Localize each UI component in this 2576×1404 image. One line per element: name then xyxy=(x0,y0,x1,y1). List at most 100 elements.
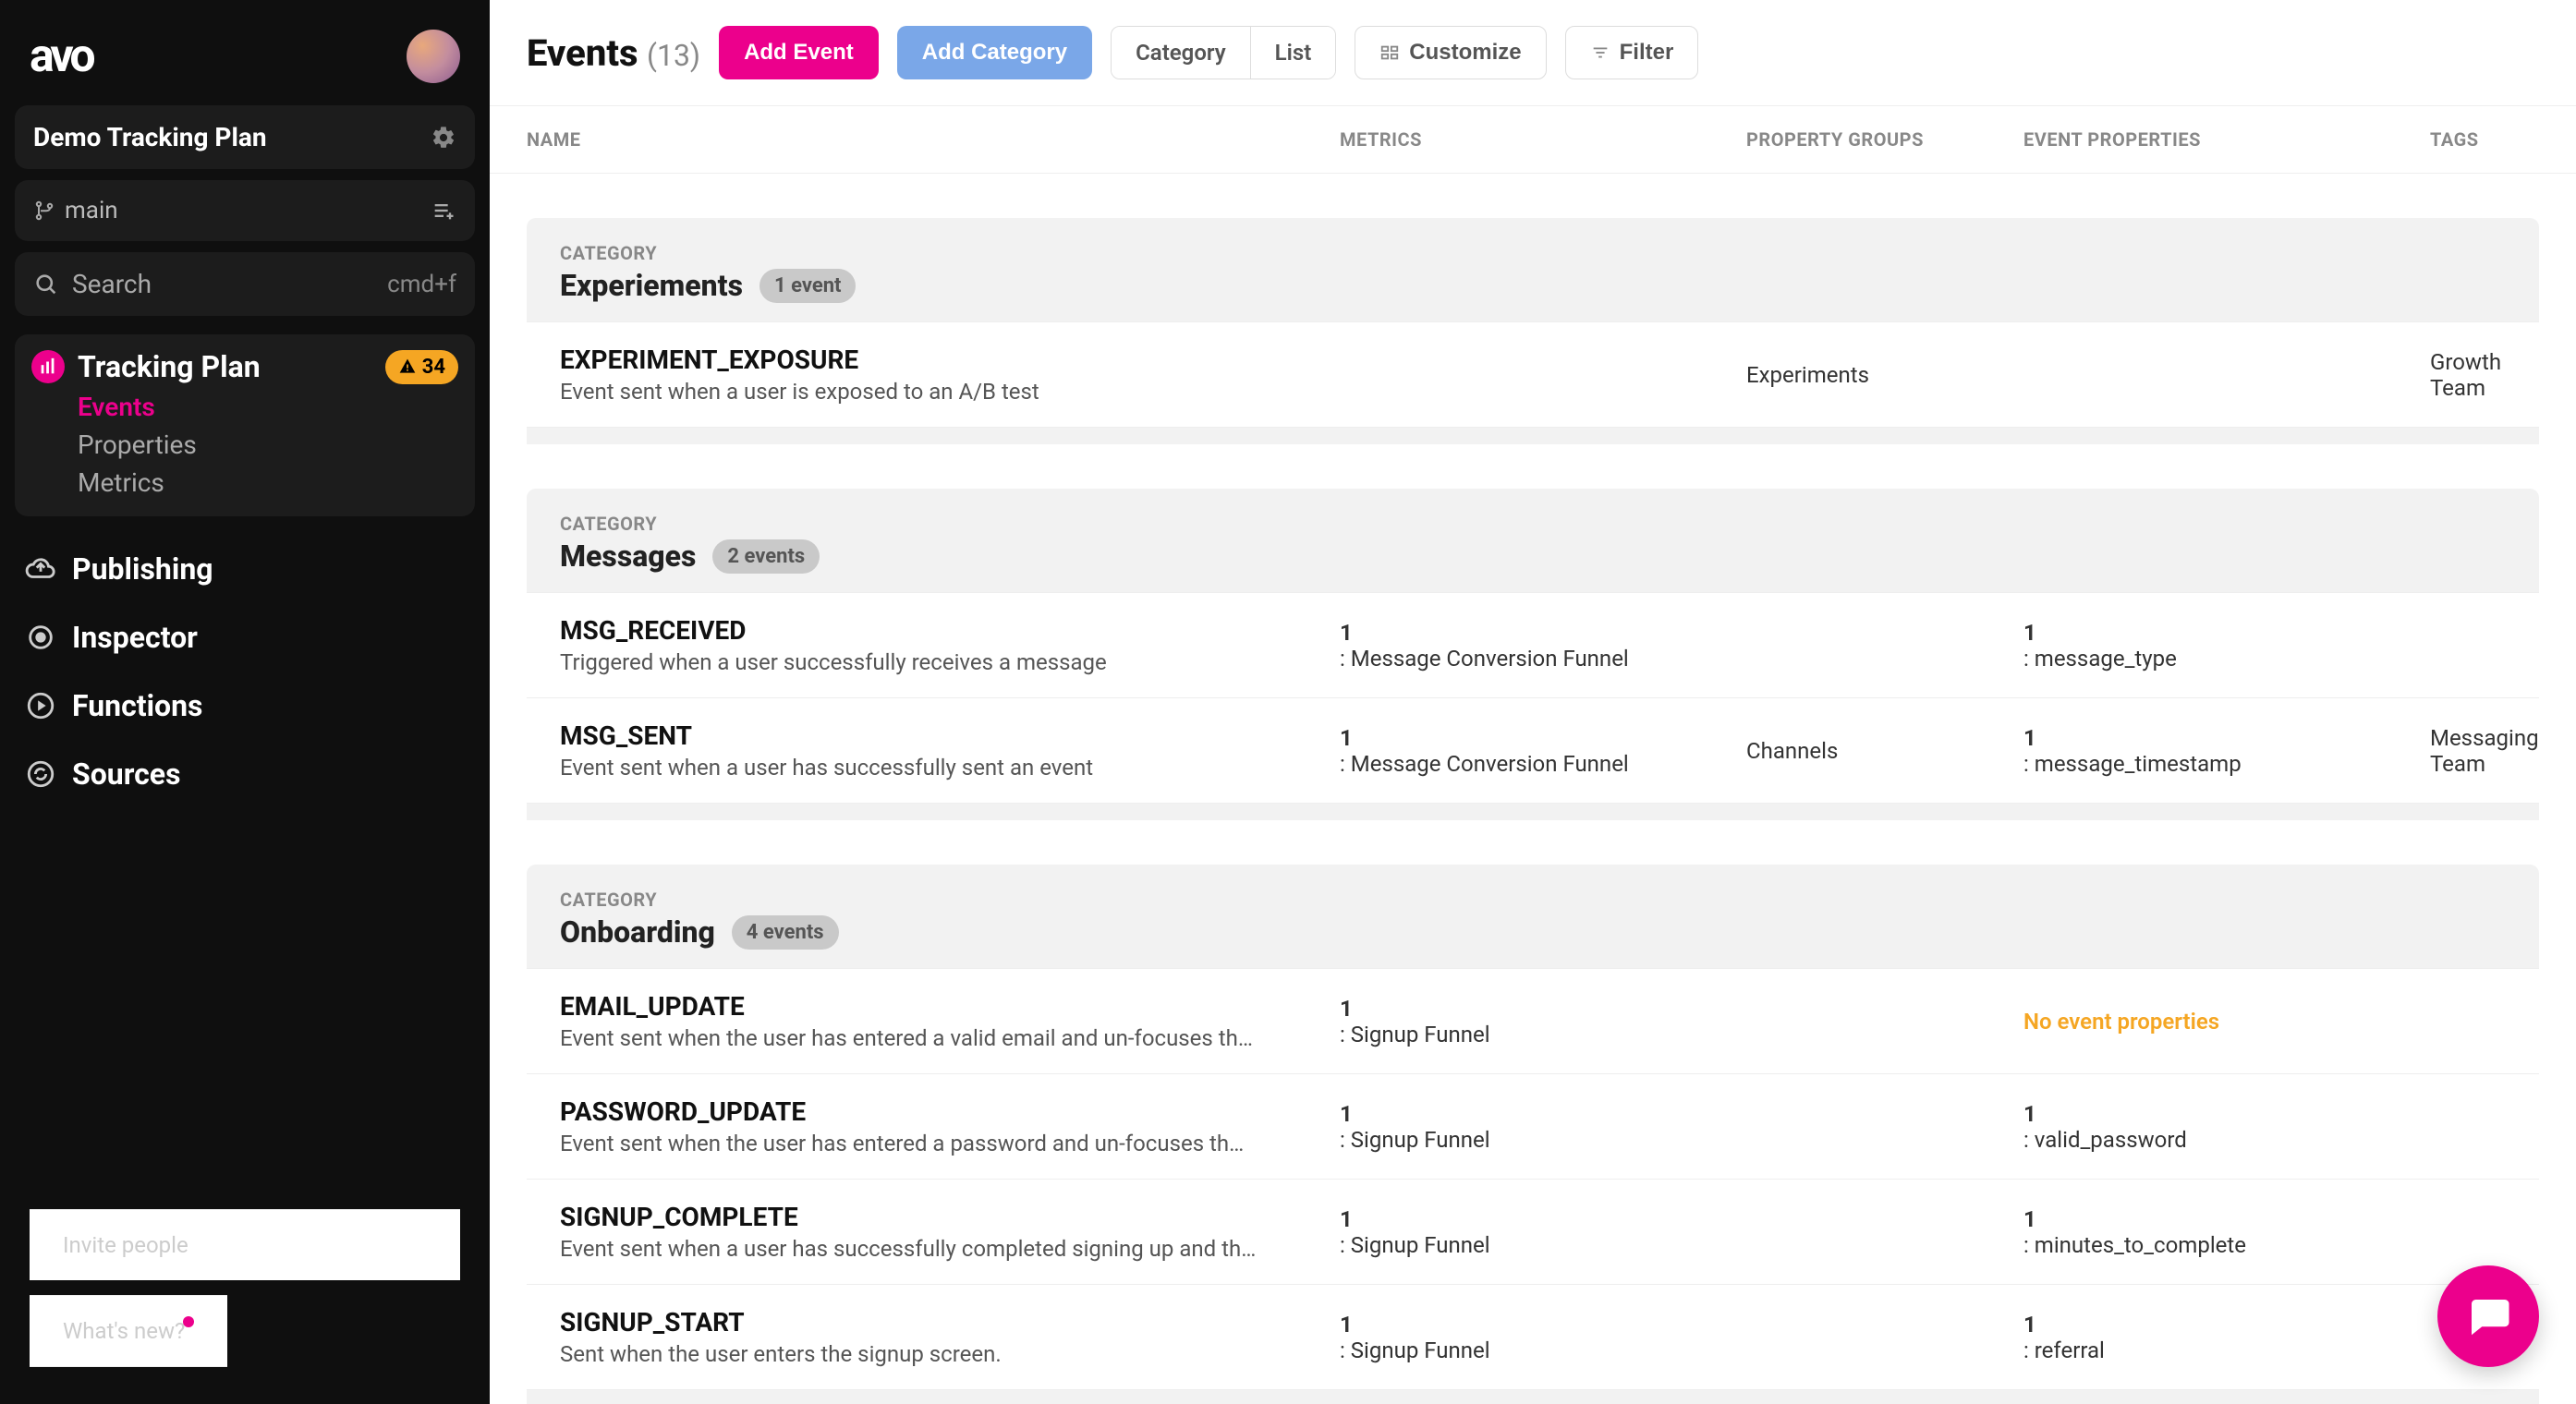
tracking-plan-subitems: Events Properties Metrics xyxy=(31,392,458,498)
column-headers: NAME METRICS PROPERTY GROUPS EVENT PROPE… xyxy=(490,106,2576,174)
col-tags: TAGS xyxy=(2430,128,2539,151)
event-row[interactable]: EMAIL_UPDATE Event sent when the user has… xyxy=(527,968,2539,1073)
no-event-properties: No event properties xyxy=(2023,1009,2408,1035)
chat-button[interactable] xyxy=(2437,1265,2539,1367)
cell-event-properties: 1: message_type xyxy=(2023,615,2430,675)
cell-name: MSG_RECEIVEDTriggered when a user succes… xyxy=(560,615,1340,675)
category-block: CATEGORYMessages2 events MSG_RECEIVEDTrig… xyxy=(527,489,2539,820)
cell-tags xyxy=(2430,1096,2506,1156)
customize-button[interactable]: Customize xyxy=(1355,26,1546,79)
cell-tags xyxy=(2430,1202,2506,1262)
events-list: CATEGORYExperiements1 eventEXPERIMENT_EX… xyxy=(490,174,2576,1404)
category-label: CATEGORY xyxy=(560,889,2506,911)
cell-metrics: 1: Signup Funnel xyxy=(1340,1096,1746,1156)
category-block: CATEGORYExperiements1 eventEXPERIMENT_EX… xyxy=(527,218,2539,444)
event-description: Event sent when a user is exposed to an … xyxy=(560,379,1318,405)
avatar[interactable] xyxy=(407,30,460,83)
subitem-properties[interactable]: Properties xyxy=(78,430,458,460)
cell-metrics: 1: Signup Funnel xyxy=(1340,1202,1746,1262)
branch-selector[interactable]: main xyxy=(15,180,475,241)
branch-add-icon[interactable] xyxy=(431,198,456,224)
category-footer xyxy=(527,1390,2539,1404)
cell-metrics: 1: Signup Funnel xyxy=(1340,1307,1746,1367)
nav-functions[interactable]: Functions xyxy=(15,672,475,740)
event-description: Triggered when a user successfully recei… xyxy=(560,649,1318,675)
subitem-metrics[interactable]: Metrics xyxy=(78,467,458,498)
event-row[interactable]: EXPERIMENT_EXPOSURE Event sent when a use… xyxy=(527,321,2539,428)
event-name: EXPERIMENT_EXPOSURE xyxy=(560,345,1318,375)
add-event-button[interactable]: Add Event xyxy=(719,26,879,79)
col-event-properties: EVENT PROPERTIES xyxy=(2023,128,2430,151)
search-icon xyxy=(33,272,59,297)
event-description: Event sent when the user has entered a v… xyxy=(560,1025,1318,1051)
cell-property-groups: Experiments xyxy=(1746,345,2023,405)
cell-property-groups xyxy=(1746,1202,2023,1262)
git-branch-icon xyxy=(33,200,55,222)
cell-name: EMAIL_UPDATE Event sent when the user has… xyxy=(560,991,1340,1051)
gear-icon[interactable] xyxy=(431,125,456,151)
event-name: SIGNUP_COMPLETE xyxy=(560,1202,1318,1232)
event-row[interactable]: MSG_SENTEvent sent when a user has succe… xyxy=(527,697,2539,804)
warning-badge[interactable]: 34 xyxy=(385,350,458,384)
customize-icon xyxy=(1379,42,1400,63)
event-row[interactable]: SIGNUP_START Sent when the user enters th… xyxy=(527,1284,2539,1390)
nav-sources[interactable]: Sources xyxy=(15,740,475,808)
cell-event-properties: 1: referral xyxy=(2023,1307,2430,1367)
category-footer xyxy=(527,804,2539,820)
cell-event-properties: No event properties xyxy=(2023,991,2430,1051)
cell-property-groups xyxy=(1746,615,2023,675)
play-circle-icon xyxy=(24,689,57,722)
search-placeholder: Search xyxy=(72,269,152,299)
event-name: MSG_SENT xyxy=(560,720,1318,751)
main-content: Events (13) Add Event Add Category Categ… xyxy=(490,0,2576,1404)
cell-property-groups xyxy=(1746,1096,2023,1156)
tracking-plan-icon xyxy=(31,350,65,383)
subitem-events[interactable]: Events xyxy=(78,392,458,422)
add-category-button[interactable]: Add Category xyxy=(897,26,1092,79)
logo: avo xyxy=(30,30,92,83)
category-label: CATEGORY xyxy=(560,242,2506,264)
cell-tags xyxy=(2430,991,2506,1051)
event-name: SIGNUP_START xyxy=(560,1307,1318,1337)
view-list-tab[interactable]: List xyxy=(1250,27,1336,79)
event-name: EMAIL_UPDATE xyxy=(560,991,1318,1022)
event-row[interactable]: PASSWORD_UPDATEEvent sent when the user … xyxy=(527,1073,2539,1179)
search-shortcut: cmd+f xyxy=(387,271,456,298)
cell-event-properties: 1: message_timestamp xyxy=(2023,720,2430,781)
col-name: NAME xyxy=(527,128,1340,151)
sync-icon xyxy=(24,757,57,791)
category-header[interactable]: CATEGORYExperiements1 event xyxy=(527,218,2539,321)
plan-title: Demo Tracking Plan xyxy=(33,122,267,152)
cell-metrics: 1: Message Conversion Funnel xyxy=(1340,615,1746,675)
event-description: Sent when the user enters the signup scr… xyxy=(560,1341,1318,1367)
sidebar: avo Demo Tracking Plan main xyxy=(0,0,490,1404)
search-box[interactable]: Search cmd+f xyxy=(15,252,475,316)
nav-publishing[interactable]: Publishing xyxy=(15,535,475,603)
cell-metrics: 1: Signup Funnel xyxy=(1340,991,1746,1051)
cell-name: PASSWORD_UPDATEEvent sent when the user … xyxy=(560,1096,1340,1156)
whats-new-link[interactable]: What's new? xyxy=(30,1295,227,1367)
category-name: Experiements xyxy=(560,268,743,303)
event-row[interactable]: MSG_RECEIVEDTriggered when a user succes… xyxy=(527,592,2539,697)
cell-tags: Messaging Team xyxy=(2430,720,2561,781)
cell-metrics xyxy=(1340,345,1746,405)
invite-people-link[interactable]: Invite people xyxy=(30,1209,460,1280)
category-header[interactable]: CATEGORYOnboarding4 events xyxy=(527,865,2539,968)
cell-event-properties xyxy=(2023,345,2430,405)
tracking-plan-title[interactable]: Tracking Plan xyxy=(78,349,261,384)
cell-metrics: 1: Message Conversion Funnel xyxy=(1340,720,1746,781)
event-name: PASSWORD_UPDATE xyxy=(560,1096,1318,1127)
category-name: Onboarding xyxy=(560,914,715,950)
nav-inspector[interactable]: Inspector xyxy=(15,603,475,672)
target-icon xyxy=(24,621,57,654)
cell-event-properties: 1: minutes_to_complete xyxy=(2023,1202,2430,1262)
branch-name: main xyxy=(65,197,118,224)
plan-selector[interactable]: Demo Tracking Plan xyxy=(15,105,475,169)
cell-property-groups: Channels xyxy=(1746,720,2023,781)
event-row[interactable]: SIGNUP_COMPLETEEvent sent when a user ha… xyxy=(527,1179,2539,1284)
category-header[interactable]: CATEGORYMessages2 events xyxy=(527,489,2539,592)
cell-name: SIGNUP_START Sent when the user enters th… xyxy=(560,1307,1340,1367)
view-toggle: Category List xyxy=(1111,26,1336,79)
filter-button[interactable]: Filter xyxy=(1565,26,1699,79)
view-category-tab[interactable]: Category xyxy=(1112,27,1250,79)
